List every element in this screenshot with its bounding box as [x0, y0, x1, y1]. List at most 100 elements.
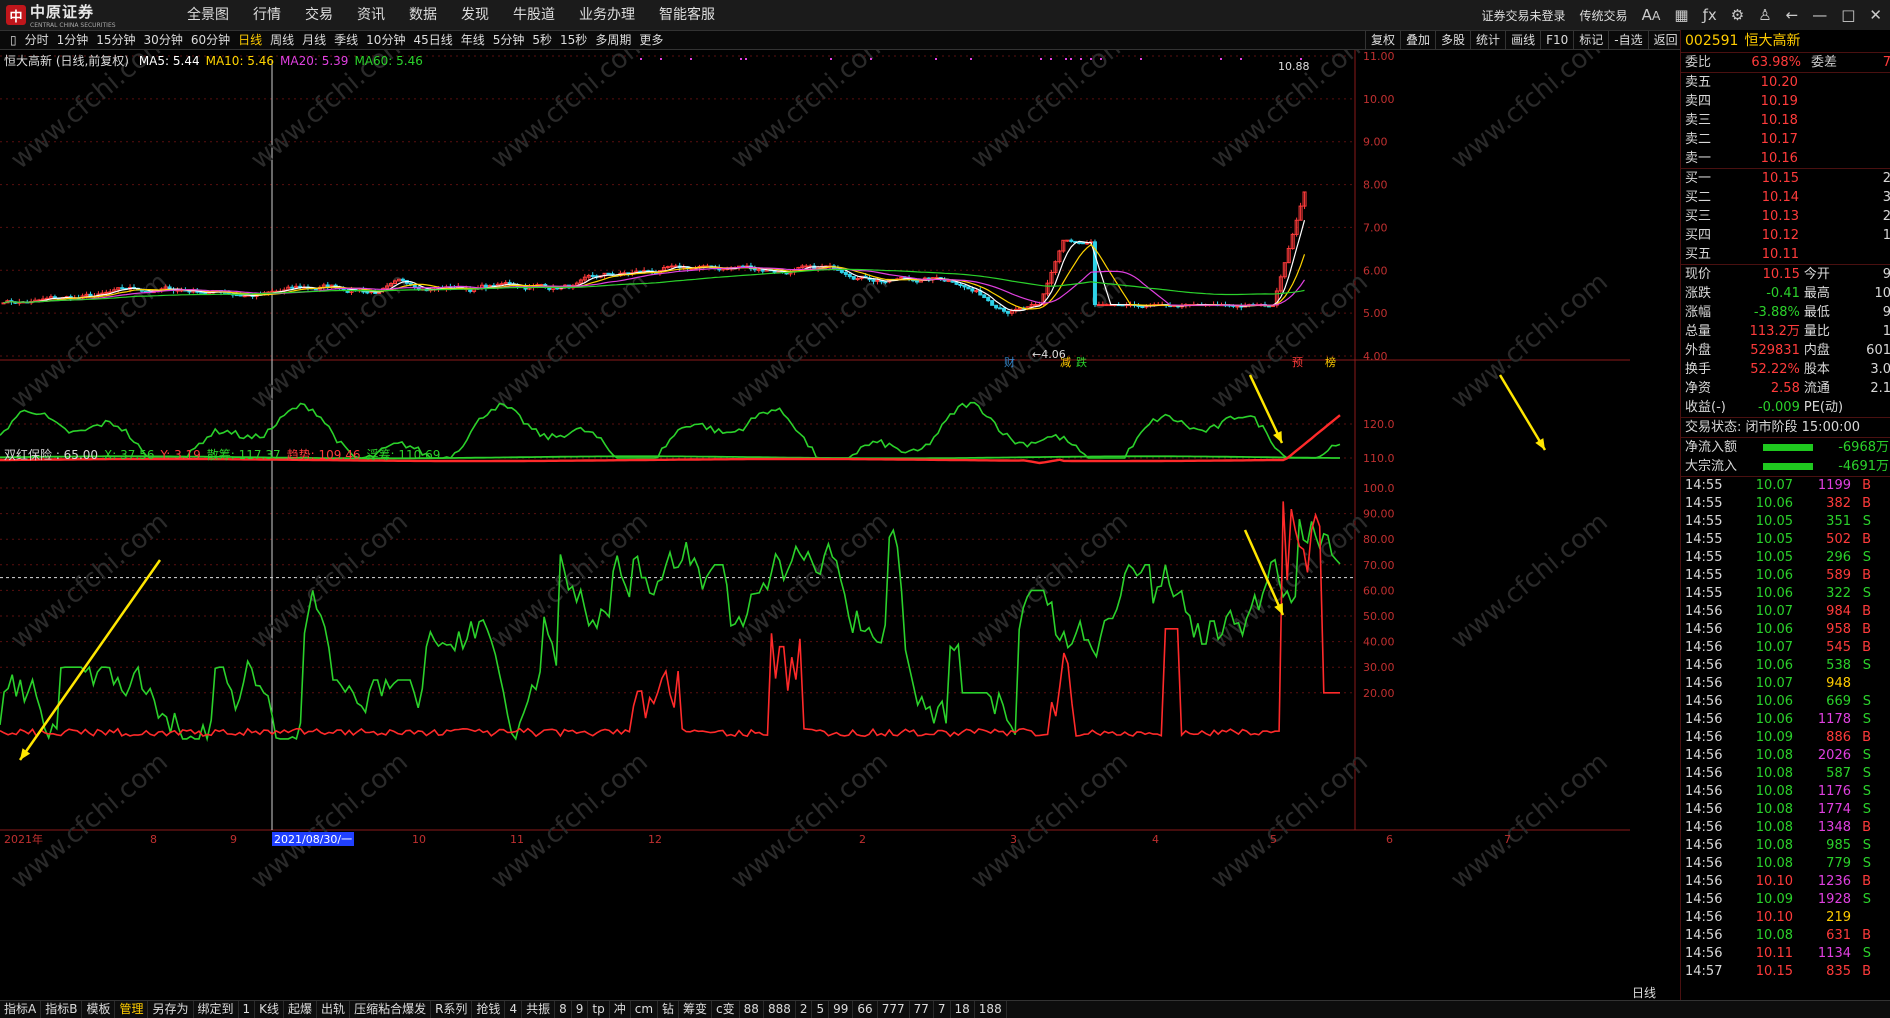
- chart-tool-button[interactable]: F10: [1540, 31, 1573, 49]
- period-tab[interactable]: 15分钟: [92, 31, 139, 49]
- tick-row[interactable]: 14:55 10.05 502 B: [1681, 531, 1890, 549]
- tick-row[interactable]: 14:56 10.08 1176 S: [1681, 783, 1890, 801]
- indicator-tab[interactable]: 8: [555, 1001, 572, 1018]
- chart-area[interactable]: www.cfchi.comwww.cfchi.comwww.cfchi.comw…: [0, 50, 1630, 1000]
- chart-tool-button[interactable]: 画线: [1505, 31, 1540, 49]
- font-size-icon[interactable]: AA: [1642, 6, 1661, 24]
- formula-icon[interactable]: ƒx: [1703, 6, 1717, 24]
- tick-row[interactable]: 14:56 10.08 985 S: [1681, 837, 1890, 855]
- tick-row[interactable]: 14:55 10.05 296 S: [1681, 549, 1890, 567]
- maximize-icon[interactable]: □: [1841, 6, 1855, 24]
- indicator-tab[interactable]: 另存为: [148, 1001, 194, 1018]
- indicator-tab[interactable]: 起爆: [284, 1001, 318, 1018]
- period-tab[interactable]: 30分钟: [140, 31, 187, 49]
- indicator-tab[interactable]: 9: [572, 1001, 589, 1018]
- menu-item[interactable]: 数据: [397, 0, 449, 30]
- event-marker[interactable]: 跌: [1076, 355, 1087, 369]
- chart-tool-button[interactable]: 统计: [1470, 31, 1505, 49]
- indicator-tab[interactable]: 指标B: [41, 1001, 83, 1018]
- period-tab[interactable]: 10分钟: [362, 31, 409, 49]
- event-marker[interactable]: 预: [1292, 356, 1303, 369]
- tick-row[interactable]: 14:56 10.09 886 B: [1681, 729, 1890, 747]
- indicator-tab[interactable]: 777: [878, 1001, 910, 1018]
- stock-name[interactable]: 恒大高新: [1744, 30, 1800, 52]
- indicator-tab[interactable]: 压缩粘合爆发: [350, 1001, 432, 1018]
- menu-item[interactable]: 交易: [293, 0, 345, 30]
- tick-row[interactable]: 14:56 10.06 669 S: [1681, 693, 1890, 711]
- indicator-tab[interactable]: 77: [910, 1001, 934, 1018]
- period-tab[interactable]: 15秒: [556, 31, 591, 49]
- period-tab[interactable]: 5秒: [528, 31, 556, 49]
- menu-item[interactable]: 牛股道: [501, 0, 567, 30]
- menu-item[interactable]: 资讯: [345, 0, 397, 30]
- sell-level[interactable]: 卖四 10.19: [1681, 92, 1890, 111]
- indicator-tab[interactable]: tp: [588, 1001, 610, 1018]
- sell-level[interactable]: 卖二 10.17: [1681, 130, 1890, 149]
- tick-row[interactable]: 14:56 10.08 2026 S: [1681, 747, 1890, 765]
- period-tab[interactable]: 45日线: [409, 31, 456, 49]
- indicator-tab[interactable]: 共振: [522, 1001, 556, 1018]
- tick-row[interactable]: 14:55 10.07 1199 B: [1681, 477, 1890, 495]
- chart-tool-button[interactable]: -自选: [1608, 31, 1647, 49]
- buy-level[interactable]: 买二 10.14 3: [1681, 188, 1890, 207]
- indicator-tab[interactable]: K线: [255, 1001, 285, 1018]
- broker-logo[interactable]: 中 中原证券 CENTRAL CHINA SECURITIES: [6, 3, 126, 29]
- buy-level[interactable]: 买五 10.11: [1681, 245, 1890, 264]
- login-status[interactable]: 证券交易未登录: [1482, 7, 1566, 24]
- indicator-tab[interactable]: 888: [764, 1001, 796, 1018]
- tick-row[interactable]: 14:56 10.08 1774 S: [1681, 801, 1890, 819]
- tick-row[interactable]: 14:56 10.06 958 B: [1681, 621, 1890, 639]
- tick-row[interactable]: 14:56 10.11 1134 S: [1681, 945, 1890, 963]
- indicator-tab[interactable]: 抢钱: [472, 1001, 506, 1018]
- chart-tool-button[interactable]: 返回: [1647, 31, 1683, 49]
- period-tab[interactable]: 1分钟: [53, 31, 93, 49]
- indicator-tab[interactable]: 99: [829, 1001, 854, 1018]
- indicator-tab[interactable]: 1: [239, 1001, 256, 1018]
- indicator-tab[interactable]: 筹变: [679, 1001, 713, 1018]
- event-marker[interactable]: 财: [1004, 355, 1015, 369]
- menu-item[interactable]: 业务办理: [567, 0, 647, 30]
- tick-row[interactable]: 14:55 10.06 382 B: [1681, 495, 1890, 513]
- trade-mode[interactable]: 传统交易: [1580, 7, 1628, 24]
- menu-item[interactable]: 智能客服: [647, 0, 727, 30]
- panel-toggle-icon[interactable]: ▯: [6, 31, 21, 49]
- tick-row[interactable]: 14:56 10.10 1236 B: [1681, 873, 1890, 891]
- chart-tool-button[interactable]: 复权: [1365, 31, 1400, 49]
- indicator-tab[interactable]: 冲: [610, 1001, 631, 1018]
- period-tab[interactable]: 月线: [298, 31, 330, 49]
- buy-level[interactable]: 买一 10.15 2: [1681, 169, 1890, 188]
- indicator-tab[interactable]: R系列: [431, 1001, 473, 1018]
- indicator-tab[interactable]: 2: [796, 1001, 813, 1018]
- sell-level[interactable]: 卖五 10.20: [1681, 73, 1890, 92]
- indicator-tab[interactable]: 188: [975, 1001, 1007, 1018]
- indicator-tab[interactable]: 指标A: [0, 1001, 42, 1018]
- menu-item[interactable]: 发现: [449, 0, 501, 30]
- period-tab[interactable]: 分时: [21, 31, 53, 49]
- indicator-tab[interactable]: 7: [934, 1001, 951, 1018]
- indicator-tab[interactable]: 5: [812, 1001, 830, 1018]
- indicator-tab[interactable]: c变: [712, 1001, 740, 1018]
- tick-row[interactable]: 14:56 10.06 1178 S: [1681, 711, 1890, 729]
- tick-row[interactable]: 14:56 10.07 545 B: [1681, 639, 1890, 657]
- chart-tool-button[interactable]: 多股: [1435, 31, 1470, 49]
- buy-level[interactable]: 买四 10.12 1: [1681, 226, 1890, 245]
- tick-row[interactable]: 14:55 10.06 322 S: [1681, 585, 1890, 603]
- period-tab[interactable]: 周线: [266, 31, 298, 49]
- tick-row[interactable]: 14:56 10.08 1348 B: [1681, 819, 1890, 837]
- event-marker[interactable]: 减: [1060, 356, 1071, 369]
- indicator-tab[interactable]: 4: [505, 1001, 523, 1018]
- period-tab[interactable]: 日线: [234, 31, 266, 49]
- indicator-tab[interactable]: 管理: [115, 1001, 149, 1018]
- tick-row[interactable]: 14:56 10.07 984 B: [1681, 603, 1890, 621]
- period-tab[interactable]: 多周期: [591, 31, 635, 49]
- tick-row[interactable]: 14:56 10.07 948: [1681, 675, 1890, 693]
- event-marker[interactable]: 榜: [1325, 355, 1336, 369]
- indicator-tab[interactable]: 出轨: [317, 1001, 351, 1018]
- menu-item[interactable]: 行情: [241, 0, 293, 30]
- stock-code[interactable]: 002591: [1685, 30, 1738, 52]
- menu-item[interactable]: 全景图: [175, 0, 241, 30]
- tick-row[interactable]: 14:55 10.05 351 S: [1681, 513, 1890, 531]
- indicator-tab[interactable]: 88: [740, 1001, 764, 1018]
- minimize-icon[interactable]: —: [1812, 6, 1827, 24]
- sell-level[interactable]: 卖三 10.18: [1681, 111, 1890, 130]
